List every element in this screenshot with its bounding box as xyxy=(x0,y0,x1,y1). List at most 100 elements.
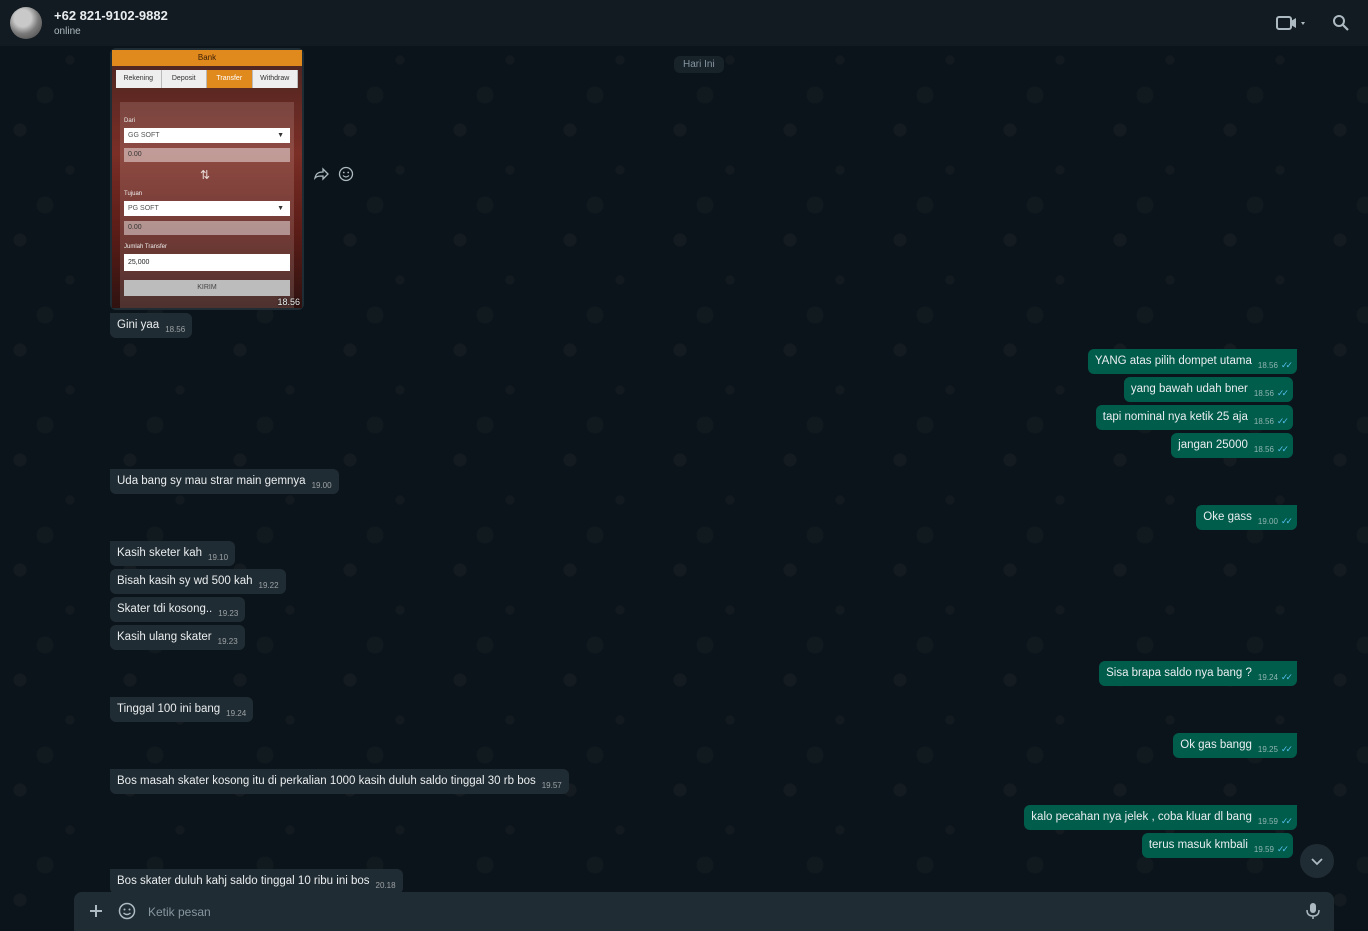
message-outgoing[interactable]: Sisa brapa saldo nya bang ? 19.24 ✓✓ xyxy=(1099,661,1297,686)
message-composer xyxy=(74,892,1334,931)
message-text: Skater tdi kosong.. xyxy=(117,603,213,615)
screenshot-submit-button: KIRIM xyxy=(124,280,290,296)
message-text: Bisah kasih sy wd 500 kah xyxy=(117,575,253,587)
message-outgoing[interactable]: YANG atas pilih dompet utama 18.56 ✓✓ xyxy=(1087,349,1297,374)
sticker-emoji-icon[interactable] xyxy=(118,902,136,920)
plus-icon[interactable] xyxy=(87,902,105,920)
message-time: 19.22 xyxy=(258,581,279,590)
message-incoming[interactable]: Bos masah skater kosong itu di perkalian… xyxy=(110,769,569,794)
message-incoming[interactable]: Kasih sketer kah 19.10 xyxy=(110,541,236,566)
message-time: 19.57 xyxy=(541,781,562,790)
attached-screenshot: Bank Rekening Deposit Transfer Withdraw … xyxy=(112,50,302,308)
message-incoming[interactable]: Bos skater duluh kahj saldo tinggal 10 r… xyxy=(110,869,403,894)
read-receipt-icon: ✓✓ xyxy=(1276,844,1289,854)
message-time: 18.56 xyxy=(1253,445,1274,454)
message-input[interactable] xyxy=(146,899,1290,925)
screenshot-to-amount: 0.00 xyxy=(124,221,290,235)
video-call-icon[interactable] xyxy=(1276,14,1306,32)
forward-icon[interactable] xyxy=(313,166,329,182)
screenshot-transfer-form: Dari GG SOFT ▼ 0.00 ⇅ Tujuan PG SOFT ▼ 0… xyxy=(120,102,294,308)
read-receipt-icon: ✓✓ xyxy=(1276,416,1289,426)
message-text: Bos masah skater kosong itu di perkalian… xyxy=(117,775,536,787)
message-outgoing[interactable]: yang bawah udah bner 18.56 ✓✓ xyxy=(1123,377,1293,402)
read-receipt-icon: ✓✓ xyxy=(1280,360,1293,370)
message-time: 18.56 xyxy=(1253,389,1274,398)
message-time: 19.59 xyxy=(1257,817,1278,826)
avatar[interactable] xyxy=(10,7,42,39)
message-time: 20.18 xyxy=(375,881,396,890)
date-divider: Hari Ini xyxy=(674,56,724,73)
screenshot-from-label: Dari xyxy=(124,118,136,124)
message-text: terus masuk kmbali xyxy=(1148,839,1248,851)
read-receipt-icon: ✓✓ xyxy=(1280,516,1293,526)
read-receipt-icon: ✓✓ xyxy=(1280,672,1293,682)
screenshot-amount-input: 25,000 xyxy=(124,254,290,271)
message-time: 19.23 xyxy=(218,609,239,618)
message-time: 19.59 xyxy=(1253,845,1274,854)
message-text: yang bawah udah bner xyxy=(1130,383,1248,395)
message-incoming[interactable]: Uda bang sy mau strar main gemnya 19.00 xyxy=(110,469,339,494)
scroll-to-bottom-button[interactable] xyxy=(1300,844,1334,878)
read-receipt-icon: ✓✓ xyxy=(1280,744,1293,754)
screenshot-tab: Withdraw xyxy=(252,70,298,88)
message-outgoing[interactable]: jangan 25000 18.56 ✓✓ xyxy=(1171,433,1293,458)
read-receipt-icon: ✓✓ xyxy=(1280,816,1293,826)
screenshot-from-select: GG SOFT ▼ xyxy=(124,128,290,143)
read-receipt-icon: ✓✓ xyxy=(1276,388,1289,398)
message-time: 18.56 xyxy=(1253,417,1274,426)
message-time: 19.25 xyxy=(1257,745,1278,754)
message-text: Gini yaa xyxy=(117,319,160,331)
screenshot-amount-label: Jumlah Transfer xyxy=(124,244,168,250)
message-time: 19.00 xyxy=(1257,517,1278,526)
message-incoming[interactable]: Gini yaa 18.56 xyxy=(110,313,193,338)
screenshot-tab-active: Transfer xyxy=(207,70,253,88)
message-time: 19.24 xyxy=(1257,673,1278,682)
message-outgoing[interactable]: kalo pecahan nya jelek , coba kluar dl b… xyxy=(1024,805,1297,830)
microphone-icon[interactable] xyxy=(1305,902,1321,920)
message-text: Bos skater duluh kahj saldo tinggal 10 r… xyxy=(117,875,370,887)
message-time: 18.56 xyxy=(165,325,186,334)
screenshot-from-amount: 0.00 xyxy=(124,148,290,162)
message-text: Sisa brapa saldo nya bang ? xyxy=(1106,667,1252,679)
screenshot-tab: Deposit xyxy=(161,70,207,88)
message-text: YANG atas pilih dompet utama xyxy=(1094,355,1252,367)
screenshot-tabs: Rekening Deposit Transfer Withdraw xyxy=(116,70,298,88)
image-message[interactable]: Bank Rekening Deposit Transfer Withdraw … xyxy=(110,48,304,310)
message-time: 19.00 xyxy=(311,481,332,490)
chat-header: +62 821-9102-9882 online xyxy=(0,0,1368,46)
message-text: tapi nominal nya ketik 25 aja xyxy=(1102,411,1248,423)
message-text: Uda bang sy mau strar main gemnya xyxy=(117,475,306,487)
message-incoming[interactable]: Skater tdi kosong.. 19.23 xyxy=(110,597,246,622)
message-outgoing[interactable]: tapi nominal nya ketik 25 aja 18.56 ✓✓ xyxy=(1095,405,1293,430)
caret-down-icon: ▼ xyxy=(277,132,284,139)
caret-down-icon: ▼ xyxy=(277,205,284,212)
message-incoming[interactable]: Kasih ulang skater 19.23 xyxy=(110,625,245,650)
contact-status: online xyxy=(54,26,81,37)
search-icon[interactable] xyxy=(1332,14,1350,32)
chevron-down-icon xyxy=(1311,858,1323,866)
message-text: Kasih ulang skater xyxy=(117,631,212,643)
screenshot-title: Bank xyxy=(112,50,302,66)
message-text: Oke gass xyxy=(1203,511,1252,523)
screenshot-from-value: GG SOFT xyxy=(128,132,160,139)
message-time: 19.23 xyxy=(217,637,238,646)
message-text: Tinggal 100 ini bang xyxy=(117,703,221,715)
screenshot-to-value: PG SOFT xyxy=(128,205,159,212)
contact-name[interactable]: +62 821-9102-9882 xyxy=(54,8,168,23)
message-time: 18.56 xyxy=(1257,361,1278,370)
message-outgoing[interactable]: Ok gas bangg 19.25 ✓✓ xyxy=(1173,733,1297,758)
screenshot-to-select: PG SOFT ▼ xyxy=(124,201,290,216)
message-outgoing[interactable]: terus masuk kmbali 19.59 ✓✓ xyxy=(1141,833,1293,858)
message-time: 18.56 xyxy=(277,297,300,307)
message-incoming[interactable]: Tinggal 100 ini bang 19.24 xyxy=(110,697,254,722)
swap-icon: ⇅ xyxy=(200,168,211,182)
message-time: 19.24 xyxy=(226,709,247,718)
message-time: 19.10 xyxy=(208,553,229,562)
message-incoming[interactable]: Bisah kasih sy wd 500 kah 19.22 xyxy=(110,569,286,594)
message-text: Ok gas bangg xyxy=(1180,739,1252,751)
message-outgoing[interactable]: Oke gass 19.00 ✓✓ xyxy=(1196,505,1297,530)
message-text: kalo pecahan nya jelek , coba kluar dl b… xyxy=(1031,811,1252,823)
emoji-reaction-icon[interactable] xyxy=(338,166,354,182)
screenshot-to-label: Tujuan xyxy=(124,191,143,197)
message-text: jangan 25000 xyxy=(1178,439,1248,451)
